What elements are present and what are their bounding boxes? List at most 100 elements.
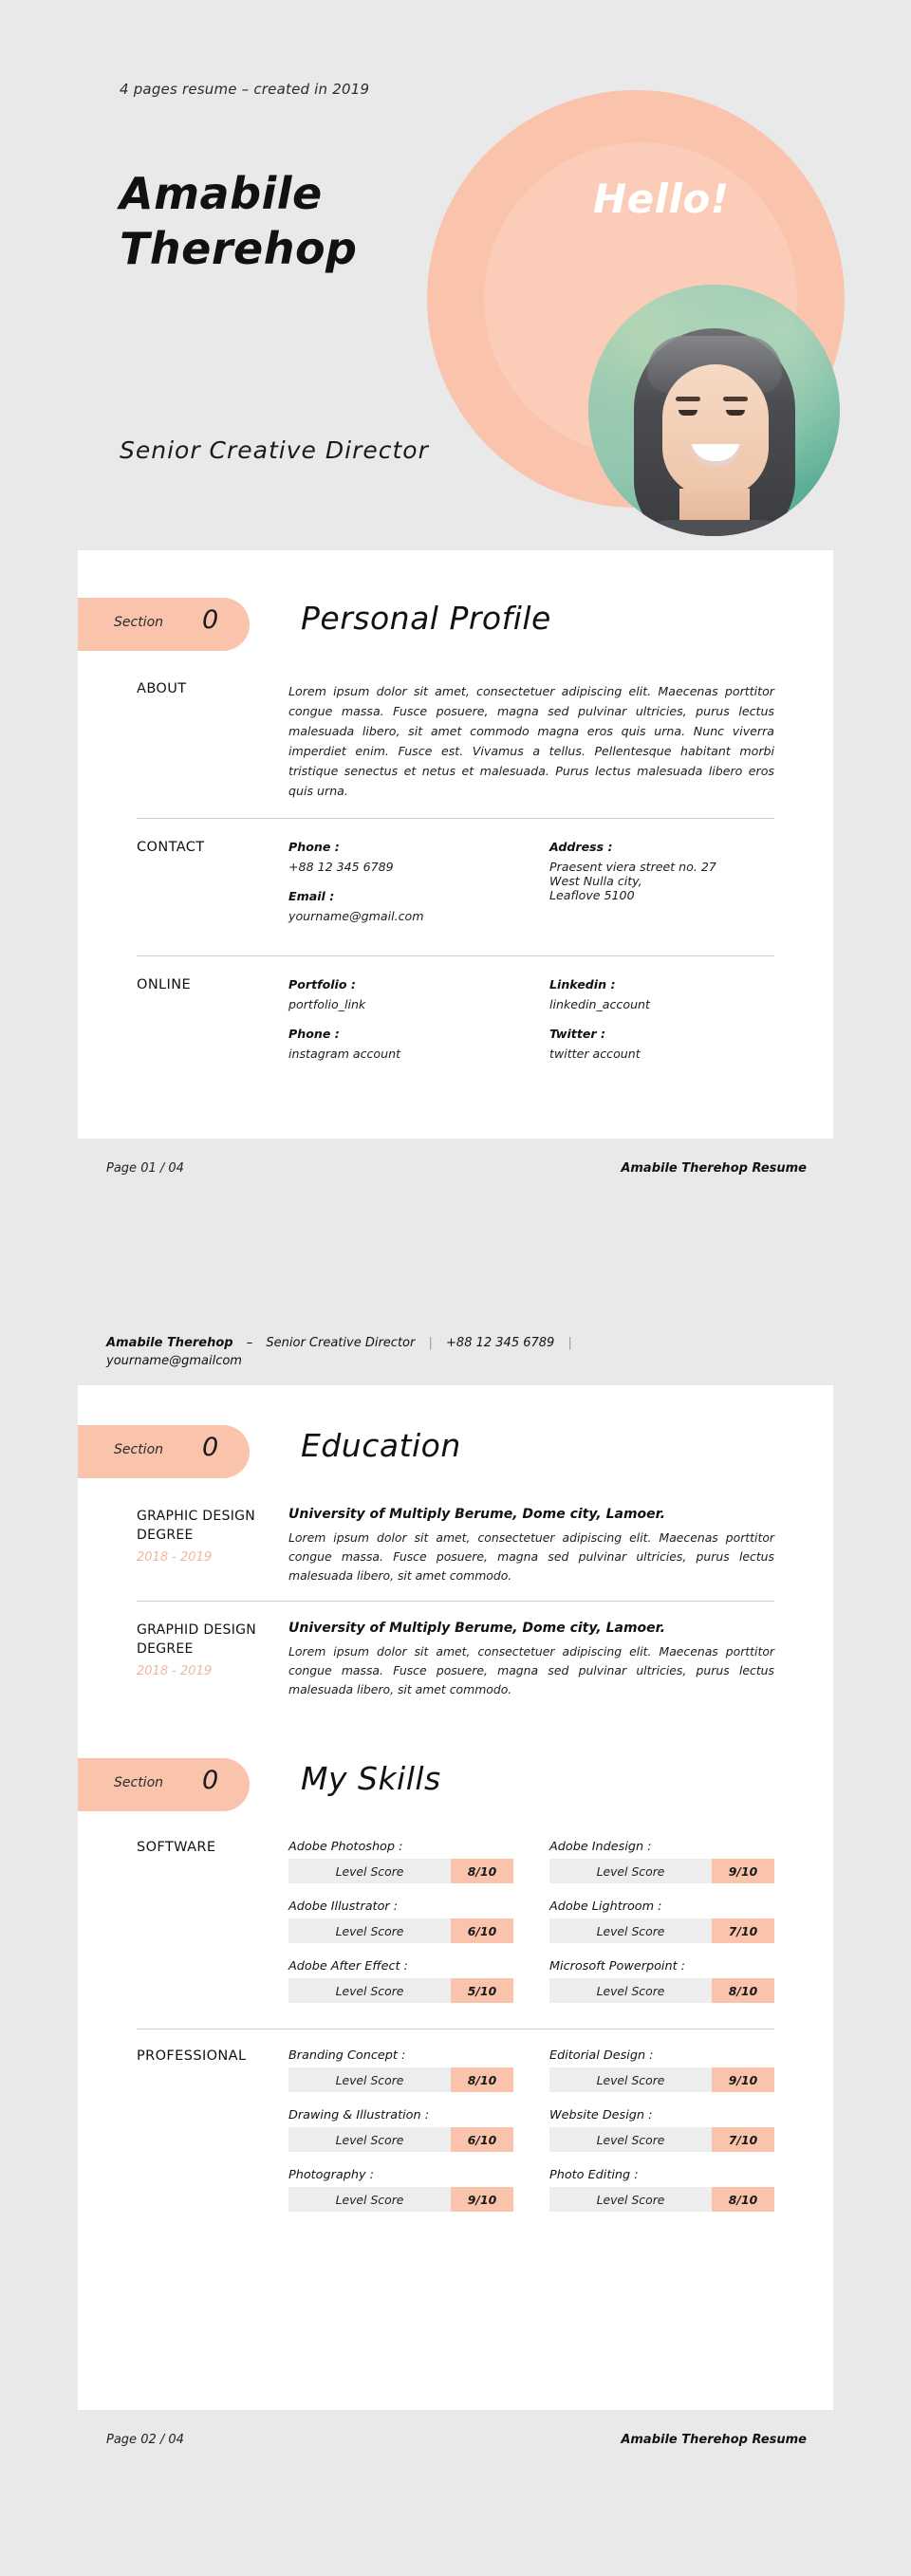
topbar-separator: | [428, 1336, 433, 1350]
field-value: yourname@gmail.com [288, 909, 424, 923]
page-2-footer: Page 02 / 04 Amabile Therehop Resume [78, 2410, 833, 2476]
skill-name: Editorial Design : [549, 2048, 654, 2063]
field-label: Email : [288, 889, 335, 903]
field-value: +88 12 345 6789 [288, 860, 394, 874]
section-badge: Section 0 [78, 1425, 250, 1478]
page-title: Amabile Therehop [120, 166, 358, 276]
hello-text: Hello! [593, 176, 730, 222]
degree-line-1: GRAPHID DESIGN [137, 1622, 257, 1638]
field-value[interactable]: portfolio_link [288, 997, 513, 1011]
skill-bar: Level Score 6/10 [288, 1918, 513, 1943]
university-name: University of Multiply Berume, Dome city… [288, 1507, 665, 1522]
section-badge-label: Section [114, 1442, 164, 1457]
field-value[interactable]: linkedin_account [549, 997, 774, 1011]
section-badge-number: 0 [202, 1766, 219, 1795]
university-name: University of Multiply Berume, Dome city… [288, 1621, 665, 1636]
tagline: 4 pages resume – created in 2019 [120, 81, 370, 98]
skill-item: Branding Concept : Level Score 8/10 [288, 2048, 513, 2092]
section-header-education: Section 0 Education [78, 1425, 833, 1488]
footer-resume-title: Amabile Therehop Resume [621, 2433, 807, 2447]
field-value: Praesent viera street no. 27 [549, 860, 716, 874]
skill-level-label: Level Score [288, 2127, 451, 2152]
topbar-role: Senior Creative Director [266, 1336, 416, 1350]
section-badge: Section 0 [78, 1758, 250, 1811]
section-badge: Section 0 [78, 598, 250, 651]
skill-score: 9/10 [451, 2187, 513, 2212]
degree-line-1: GRAPHIC DESIGN [137, 1509, 256, 1524]
skill-item: Adobe Photoshop : Level Score 8/10 [288, 1840, 513, 1883]
skill-name: Branding Concept : [288, 2048, 406, 2063]
photo-face [662, 364, 769, 497]
skill-score: 8/10 [451, 2067, 513, 2092]
skill-name: Photography : [288, 2168, 374, 2182]
skill-level-label: Level Score [288, 1918, 451, 1943]
contact-field: Email : yourname@gmail.com [288, 889, 513, 923]
skill-item: Microsoft Powerpoint : Level Score 8/10 [549, 1959, 774, 2003]
job-title: Senior Creative Director [120, 436, 429, 464]
education-degree: GRAPHIC DESIGN DEGREE 2018 - 2019 [137, 1507, 288, 1585]
contact-label: CONTACT [137, 840, 205, 855]
skill-group-items: Branding Concept : Level Score 8/10 Draw… [288, 2048, 774, 2228]
field-value[interactable]: twitter account [549, 1047, 774, 1061]
skill-name: Adobe Lightroom : [549, 1900, 662, 1914]
online-field: Phone : instagram account [288, 1027, 513, 1061]
education-detail: University of Multiply Berume, Dome city… [288, 1507, 774, 1585]
skill-level-label: Level Score [549, 2067, 712, 2092]
field-label: Phone : [288, 1027, 340, 1041]
education-detail: University of Multiply Berume, Dome city… [288, 1621, 774, 1699]
skill-group-professional: PROFESSIONAL Branding Concept : Level Sc… [78, 2029, 833, 2237]
contact-column-left: Phone : +88 12 345 6789 Email : yourname… [288, 840, 513, 938]
skill-item: Adobe Lightroom : Level Score 7/10 [549, 1900, 774, 1943]
section-title: Education [301, 1427, 461, 1464]
personal-profile-card: Section 0 Personal Profile ABOUT Lorem i… [78, 550, 833, 1139]
skill-level-label: Level Score [288, 1859, 451, 1883]
skill-bar: Level Score 9/10 [549, 1859, 774, 1883]
skill-bar: Level Score 8/10 [549, 1978, 774, 2003]
topbar-line-1: Amabile Therehop – Senior Creative Direc… [78, 1333, 833, 1354]
skill-item: Website Design : Level Score 7/10 [549, 2108, 774, 2152]
skill-column-right: Editorial Design : Level Score 9/10 Webs… [549, 2048, 774, 2228]
education-entry: GRAPHID DESIGN DEGREE 2018 - 2019 Univer… [78, 1602, 833, 1714]
section-badge-label: Section [114, 1775, 164, 1790]
online-column-right: Linkedin : linkedin_account Twitter : tw… [549, 977, 774, 1076]
field-value: Leaflove 5100 [549, 888, 635, 902]
skill-column-left: Adobe Photoshop : Level Score 8/10 Adobe… [288, 1840, 513, 2019]
skill-name: Adobe Indesign : [549, 1840, 652, 1854]
page-2-contact-strip: Amabile Therehop – Senior Creative Direc… [78, 1295, 833, 1385]
about-value: Lorem ipsum dolor sit amet, consectetuer… [288, 681, 774, 801]
field-label: Linkedin : [549, 977, 616, 991]
skill-bar: Level Score 8/10 [288, 2067, 513, 2092]
skill-item: Adobe After Effect : Level Score 5/10 [288, 1959, 513, 2003]
skill-bar: Level Score 9/10 [288, 2187, 513, 2212]
field-value[interactable]: instagram account [288, 1047, 513, 1061]
contact-field: Phone : +88 12 345 6789 [288, 840, 513, 874]
online-row: ONLINE Portfolio : portfolio_link Phone … [78, 956, 833, 1093]
skill-score: 6/10 [451, 1918, 513, 1943]
resume-page-1-header: 4 pages resume – created in 2019 Hello! … [0, 0, 911, 550]
skill-item: Adobe Indesign : Level Score 9/10 [549, 1840, 774, 1883]
degree-line-2: DEGREE [137, 1641, 194, 1657]
online-label: ONLINE [137, 977, 192, 992]
skill-group-software: SOFTWARE Adobe Photoshop : Level Score 8… [78, 1821, 833, 2029]
contact-field: Address : Praesent viera street no. 27 W… [549, 840, 774, 902]
section-title: My Skills [301, 1760, 441, 1797]
field-label: Phone : [288, 840, 340, 854]
education-entry: GRAPHIC DESIGN DEGREE 2018 - 2019 Univer… [78, 1488, 833, 1601]
section-title: Personal Profile [301, 600, 551, 637]
photo-eye-right [726, 410, 745, 416]
skill-level-label: Level Score [549, 1978, 712, 2003]
about-row: ABOUT Lorem ipsum dolor sit amet, consec… [78, 660, 833, 818]
skill-item: Drawing & Illustration : Level Score 6/1… [288, 2108, 513, 2152]
field-label: Portfolio : [288, 977, 356, 991]
skill-bar: Level Score 8/10 [288, 1859, 513, 1883]
degree-years: 2018 - 2019 [137, 1664, 213, 1678]
education-degree: GRAPHID DESIGN DEGREE 2018 - 2019 [137, 1621, 288, 1699]
skill-item: Editorial Design : Level Score 9/10 [549, 2048, 774, 2092]
skill-name: Website Design : [549, 2108, 653, 2122]
skill-level-label: Level Score [288, 2067, 451, 2092]
skill-column-right: Adobe Indesign : Level Score 9/10 Adobe … [549, 1840, 774, 2019]
contact-column-right: Address : Praesent viera street no. 27 W… [549, 840, 774, 938]
skill-score: 7/10 [712, 1918, 774, 1943]
education-skills-card: Section 0 Education GRAPHIC DESIGN DEGRE… [78, 1385, 833, 2410]
skill-score: 8/10 [712, 1978, 774, 2003]
